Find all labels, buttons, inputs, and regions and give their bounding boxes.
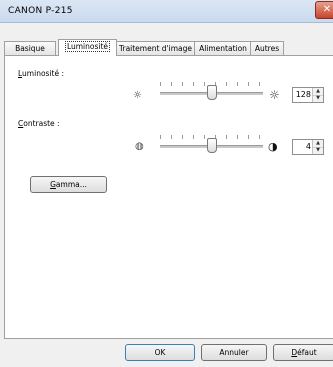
tab-luminosite[interactable]: Luminosité — [58, 39, 117, 56]
gamma-button[interactable]: Gamma... — [30, 176, 107, 193]
contrast-label: Contraste : — [18, 119, 60, 128]
title-bar: CANON P-215 ✕ — [0, 0, 333, 23]
brightness-label: Luminosité : — [18, 69, 64, 78]
contrast-spin-arrows: ▲ ▼ — [312, 140, 323, 154]
brightness-slider-thumb[interactable] — [207, 85, 217, 100]
cancel-button[interactable]: Annuler — [201, 344, 267, 361]
contrast-spinbox[interactable]: 4 ▲ ▼ — [292, 139, 324, 155]
contrast-slider[interactable] — [160, 135, 263, 153]
window-title: CANON P-215 — [8, 6, 73, 16]
default-button[interactable]: Défaut — [273, 344, 333, 361]
contrast-high-icon: ◑ — [268, 140, 278, 153]
brightness-value[interactable]: 128 — [296, 90, 311, 99]
contrast-value[interactable]: 4 — [306, 142, 311, 151]
brightness-spinbox[interactable]: 128 ▲ ▼ — [292, 87, 324, 103]
ok-button[interactable]: OK — [125, 344, 195, 361]
contrast-low-icon: ◍ — [135, 141, 144, 152]
tab-alimentation[interactable]: Alimentation — [194, 41, 252, 55]
dialog-window: CANON P-215 ✕ Basique Luminosité Traitem… — [0, 0, 333, 367]
brightness-high-icon: ☼ — [269, 88, 280, 102]
close-button[interactable]: ✕ — [315, 1, 333, 19]
contrast-spin-down[interactable]: ▼ — [313, 147, 323, 154]
contrast-slider-thumb[interactable] — [207, 138, 217, 153]
tab-autres[interactable]: Autres — [250, 41, 284, 55]
brightness-low-icon: ☼ — [133, 90, 142, 101]
tab-basique[interactable]: Basique — [4, 41, 56, 55]
brightness-spin-arrows: ▲ ▼ — [312, 88, 323, 102]
brightness-slider[interactable] — [160, 82, 263, 100]
tab-traitement-image[interactable]: Traitement d'image — [115, 41, 196, 55]
brightness-spin-down[interactable]: ▼ — [313, 95, 323, 102]
